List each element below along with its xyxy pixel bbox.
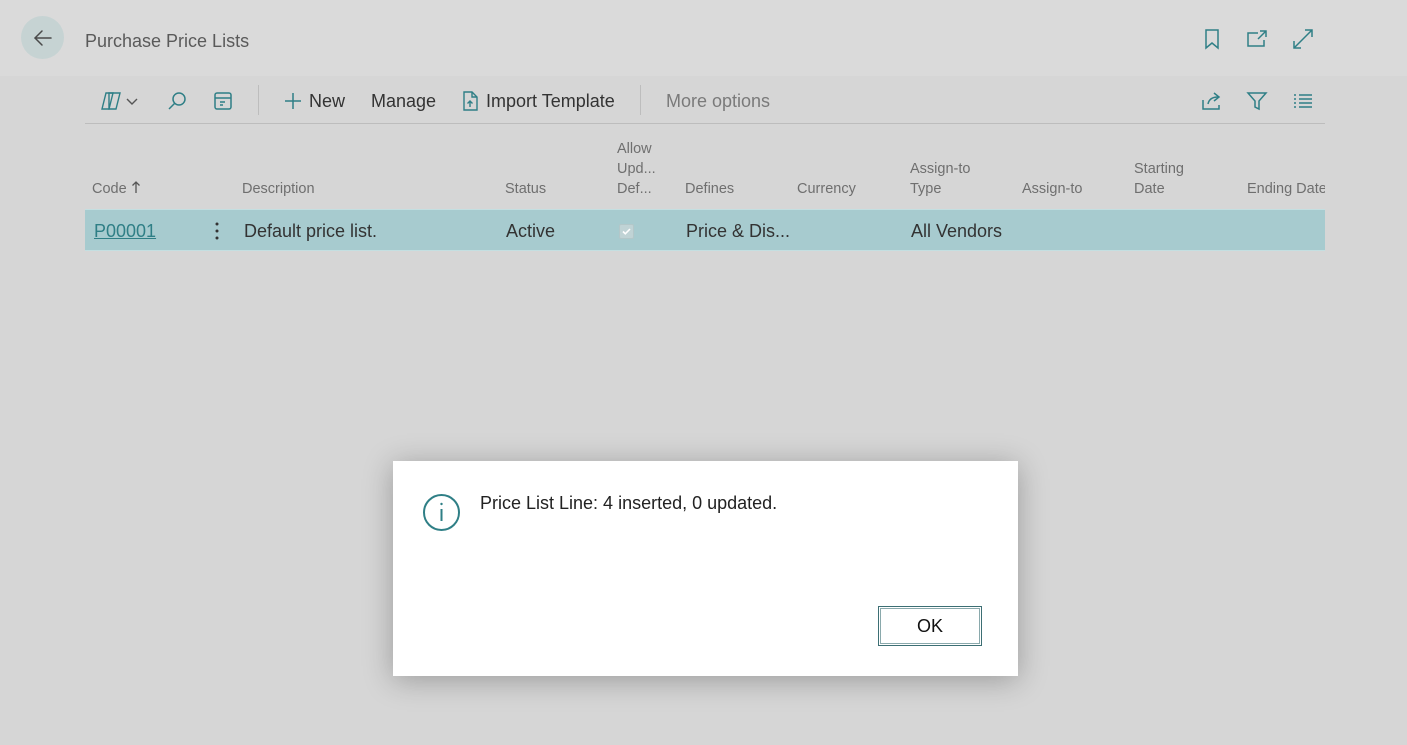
row-status: Active <box>506 220 556 241</box>
bookmark-button[interactable] <box>1200 27 1224 51</box>
dialog-message: Price List Line: 4 inserted, 0 updated. <box>480 493 778 513</box>
column-assign-type-line2: Type <box>910 181 942 197</box>
copilot-menu-button[interactable] <box>100 79 139 123</box>
row-allow-updating-defaults-checkbox[interactable] <box>619 210 634 252</box>
back-button[interactable] <box>21 16 64 59</box>
column-header-description[interactable]: Description <box>242 179 315 199</box>
filter-button[interactable] <box>1246 79 1268 123</box>
message-dialog: Price List Line: 4 inserted, 0 updated. … <box>393 461 1018 676</box>
row-assign-to-type: All Vendors <box>911 220 1003 241</box>
table-row[interactable]: P00001 Default price list. Active Price … <box>85 209 1325 251</box>
column-header-ending-date[interactable]: Ending Date <box>1247 179 1325 199</box>
checkbox-checked <box>619 223 634 239</box>
new-button[interactable]: New <box>283 79 345 123</box>
manage-button-label: Manage <box>371 90 437 111</box>
column-header-code[interactable]: Code <box>92 179 141 199</box>
plus-icon <box>285 93 301 109</box>
more-options-button[interactable]: More options <box>666 79 770 123</box>
column-starting-line1: Starting <box>1134 161 1184 177</box>
manage-button[interactable]: Manage <box>371 79 436 123</box>
share-button[interactable] <box>1200 79 1222 123</box>
row-description: Default price list. <box>244 220 378 241</box>
row-code-cell[interactable]: P00001 <box>94 210 156 252</box>
column-header-assign-to[interactable]: Assign-to <box>1022 179 1082 199</box>
column-assign-type-line1: Assign-to <box>910 161 971 177</box>
action-bar: New Manage Import Template More options <box>85 79 1325 124</box>
page-title: Purchase Price Lists <box>85 31 250 51</box>
column-starting-line2: Date <box>1134 181 1165 197</box>
analysis-mode-button[interactable] <box>212 79 234 123</box>
column-header-defines[interactable]: Defines <box>685 179 734 199</box>
import-template-button[interactable]: Import Template <box>460 79 615 123</box>
import-template-label: Import Template <box>486 90 615 111</box>
info-icon <box>423 494 460 531</box>
column-header-starting-date[interactable]: Starting Date <box>1134 159 1184 199</box>
analyze-icon <box>214 92 232 110</box>
import-document-icon <box>463 91 478 111</box>
bookmark-icon <box>1205 29 1219 50</box>
open-new-window-button[interactable] <box>1245 27 1269 51</box>
list-view-button[interactable] <box>1292 79 1314 123</box>
copilot-icon <box>101 92 121 110</box>
list-icon <box>1294 94 1312 108</box>
share-icon <box>1202 92 1221 110</box>
column-header-assign-to-type[interactable]: Assign-to Type <box>910 159 970 199</box>
sort-ascending-icon <box>131 181 140 193</box>
row-code-link[interactable]: P00001 <box>94 221 156 242</box>
expand-button[interactable] <box>1291 27 1315 51</box>
row-defines: Price & Dis... <box>686 220 791 241</box>
column-allow-line3: Def... <box>617 181 652 197</box>
column-allow-line2: Upd... <box>617 161 656 177</box>
expand-icon <box>1293 29 1313 49</box>
column-allow-line1: Allow <box>617 141 652 157</box>
chevron-down-icon <box>126 98 138 105</box>
search-button[interactable] <box>166 79 188 123</box>
checkmark-icon <box>622 227 631 235</box>
page-header: Purchase Price Lists <box>0 0 1407 76</box>
filter-icon <box>1246 92 1268 111</box>
column-header-allow-updating-defaults[interactable]: Allow Upd... Def... <box>617 139 656 199</box>
search-icon <box>168 92 186 110</box>
open-in-new-window-icon <box>1247 30 1267 47</box>
more-options-label: More options <box>666 90 771 111</box>
ok-button[interactable]: OK <box>878 606 982 646</box>
back-arrow-icon <box>33 29 52 46</box>
column-header-status[interactable]: Status <box>505 179 546 199</box>
column-header-currency[interactable]: Currency <box>797 179 856 199</box>
row-actions-button[interactable] <box>207 210 227 252</box>
more-vertical-icon <box>215 222 219 240</box>
column-code-label: Code <box>92 181 127 197</box>
new-button-label: New <box>309 90 346 111</box>
